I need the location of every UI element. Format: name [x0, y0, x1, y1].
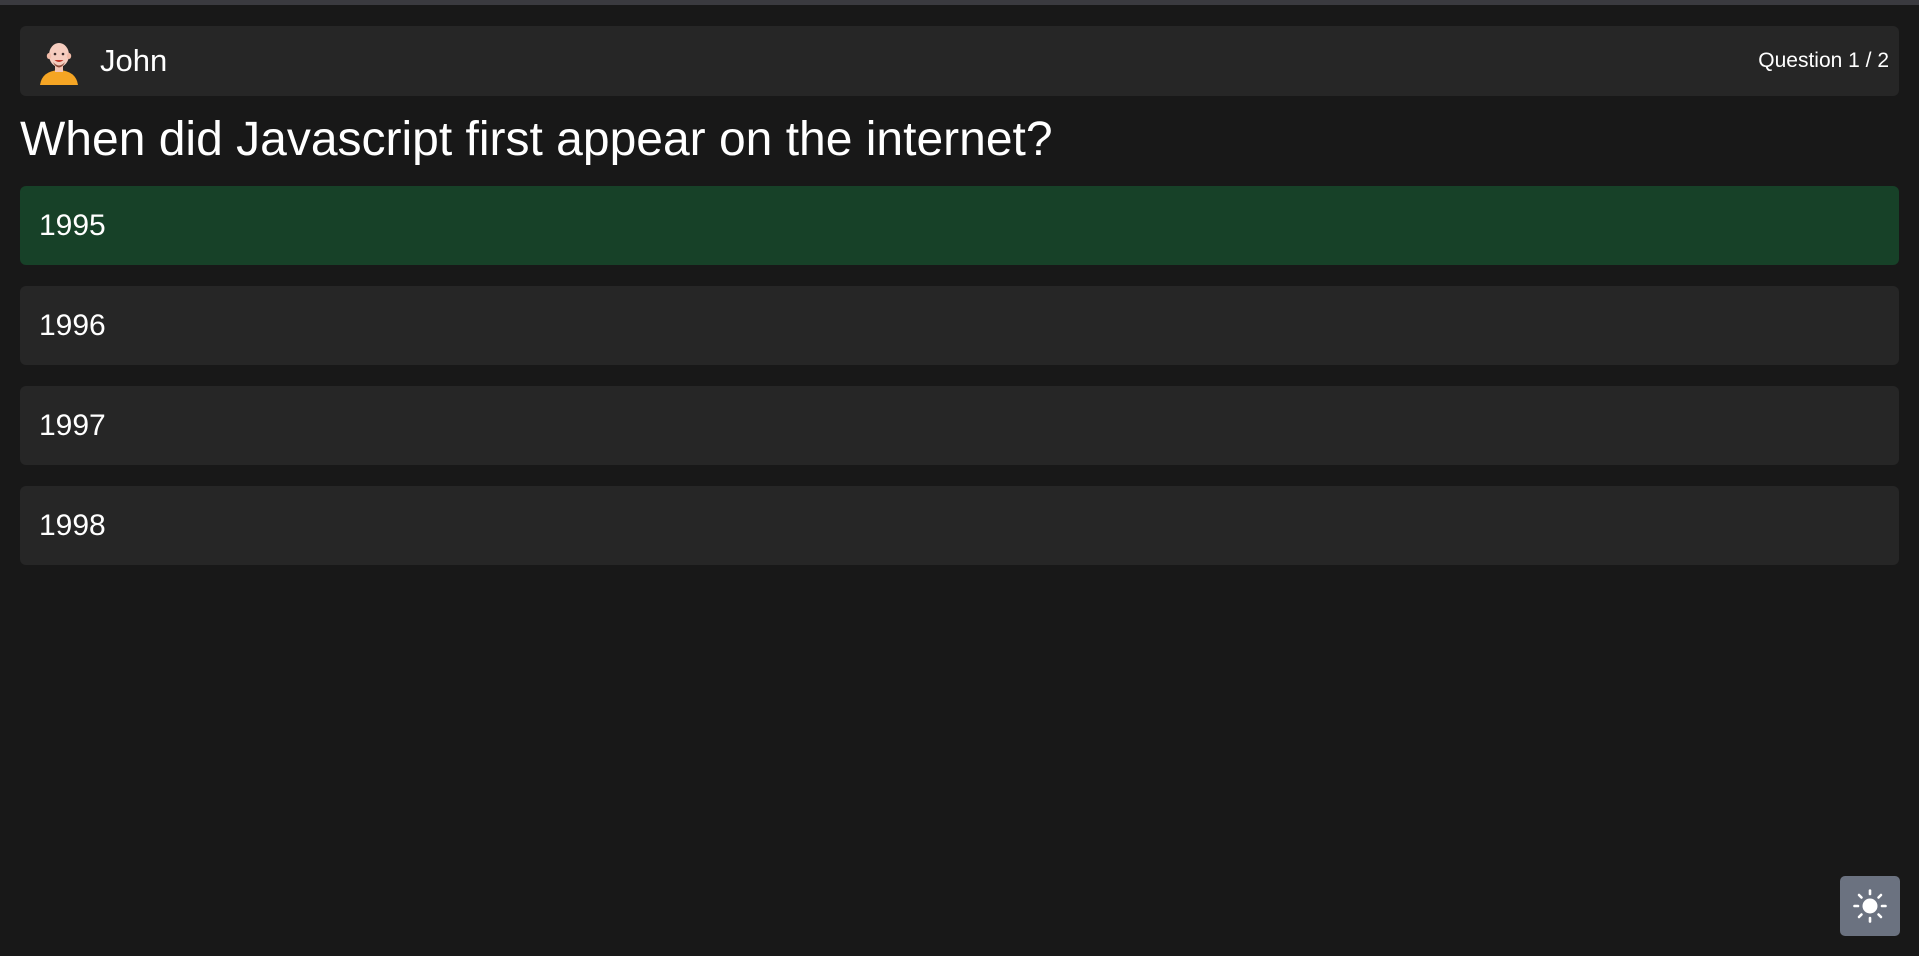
theme-toggle-button[interactable]: [1840, 876, 1900, 936]
avatar-icon: [40, 43, 78, 85]
window-top-strip: [0, 0, 1919, 5]
answer-option-1996[interactable]: 1996: [20, 286, 1899, 365]
question-text: When did Javascript first appear on the …: [20, 113, 1053, 166]
answer-list: 1995 1996 1997 1998: [20, 186, 1899, 586]
player-header: John Question 1 / 2: [20, 26, 1899, 96]
username: John: [100, 43, 168, 78]
answer-option-1997[interactable]: 1997: [20, 386, 1899, 465]
answer-option-1995[interactable]: 1995: [20, 186, 1899, 265]
sun-icon: [1853, 889, 1887, 923]
question-counter: Question 1 / 2: [1758, 49, 1889, 72]
answer-option-1998[interactable]: 1998: [20, 486, 1899, 565]
